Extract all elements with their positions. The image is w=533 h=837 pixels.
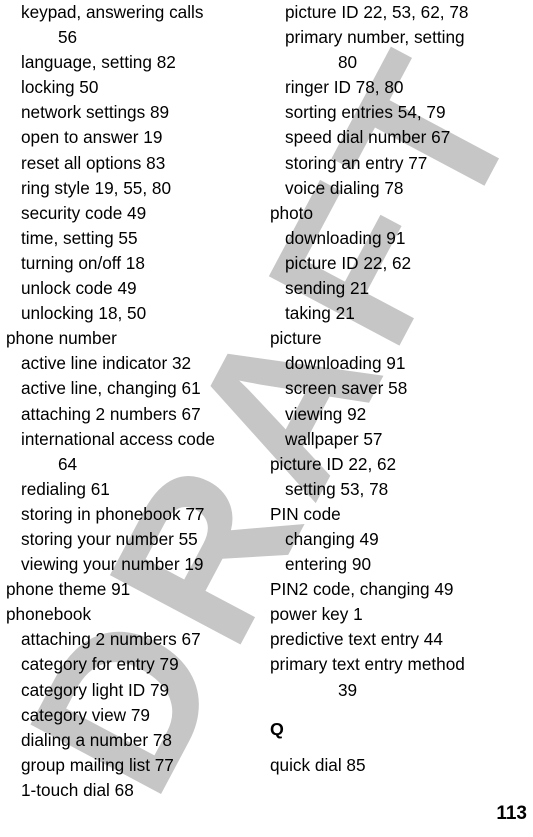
index-entry-sub: 1-touch dial 68 — [21, 779, 134, 800]
index-entry-sub: active line, changing 61 — [21, 378, 201, 399]
index-entry-sub: speed dial number 67 — [285, 127, 451, 148]
index-entry-sub: storing your number 55 — [21, 528, 198, 549]
index-entry-sub: viewing 92 — [285, 403, 367, 424]
index-entry-main: picture — [270, 328, 322, 349]
index-entry-sub: open to answer 19 — [21, 127, 163, 148]
index-entry-sub: sorting entries 54, 79 — [285, 102, 446, 123]
index-entry-sub: network settings 89 — [21, 102, 170, 123]
index-entry-sub: ringer ID 78, 80 — [285, 77, 404, 98]
index-entry-sub: language, setting 82 — [21, 52, 176, 73]
index-entry-sub: ring style 19, 55, 80 — [21, 177, 172, 198]
index-entry-sub: time, setting 55 — [21, 227, 138, 248]
index-entry-sub: reset all options 83 — [21, 152, 166, 173]
index-section-heading: Q — [270, 718, 284, 739]
index-entry-sub: unlock code 49 — [21, 278, 137, 299]
index-entry-sub: international access code — [21, 428, 215, 449]
index-entry-main: picture ID 22, 62 — [270, 453, 397, 474]
index-entry-sub: voice dialing 78 — [285, 177, 404, 198]
index-entry-sub: entering 90 — [285, 554, 372, 575]
index-entry-main: phone number — [6, 328, 117, 349]
index-entry-sub: setting 53, 78 — [285, 478, 389, 499]
index-entry-sub: category light ID 79 — [21, 679, 170, 700]
index-content: keypad, answering calls 56 language, setti… — [0, 0, 533, 837]
index-entry-sub: downloading 91 — [285, 227, 406, 248]
index-entry-sub: picture ID 22, 62 — [285, 252, 412, 273]
index-entry-main: phonebook — [6, 604, 92, 625]
index-entry-sub: redialing 61 — [21, 478, 110, 499]
index-page: DRAFT keypad, answering calls 56 language,… — [0, 0, 533, 837]
index-entry-main: PIN2 code, changing 49 — [270, 579, 454, 600]
index-entry-sub: active line indicator 32 — [21, 353, 192, 374]
index-entry-sub: group mailing list 77 — [21, 754, 174, 775]
index-entry-main: PIN code — [270, 503, 341, 524]
index-entry-continuation: 64 — [58, 453, 78, 474]
index-entry-sub: unlocking 18, 50 — [21, 303, 147, 324]
index-entry-sub: storing in phonebook 77 — [21, 503, 205, 524]
index-entry-sub: locking 50 — [21, 77, 99, 98]
index-entry-sub: picture ID 22, 53, 62, 78 — [285, 2, 469, 22]
index-entry-sub: attaching 2 numbers 67 — [21, 629, 201, 650]
index-entry-sub: wallpaper 57 — [285, 428, 383, 449]
index-entry-sub: category view 79 — [21, 704, 150, 725]
index-entry-continuation: 39 — [338, 679, 358, 700]
index-entry-main: photo — [270, 202, 314, 223]
index-column-left: keypad, answering calls 56 language, setti… — [4, 0, 262, 803]
index-entry-sub: sending 21 — [285, 278, 370, 299]
index-entry-sub: keypad, answering calls — [21, 2, 204, 22]
index-entry-continuation: 56 — [58, 27, 78, 48]
index-entry-main: power key 1 — [270, 604, 363, 625]
index-entry-sub: security code 49 — [21, 202, 147, 223]
index-entry-sub: taking 21 — [285, 303, 355, 324]
index-entry-sub: attaching 2 numbers 67 — [21, 403, 201, 424]
index-entry-main: predictive text entry 44 — [270, 629, 443, 650]
index-entry-sub: category for entry 79 — [21, 654, 179, 675]
index-entry-sub: downloading 91 — [285, 353, 406, 374]
index-entry-main: primary text entry method — [270, 654, 465, 675]
index-entry-main: phone theme 91 — [6, 579, 131, 600]
page-number: 113 — [496, 803, 527, 824]
index-entry-main: quick dial 85 — [270, 754, 366, 775]
index-entry-sub: primary number, setting — [285, 27, 465, 48]
index-entry-sub: dialing a number 78 — [21, 729, 172, 750]
index-entry-sub: storing an entry 77 — [285, 152, 428, 173]
index-entry-sub: changing 49 — [285, 528, 379, 549]
index-entry-sub: screen saver 58 — [285, 378, 408, 399]
index-entry-sub: viewing your number 19 — [21, 554, 204, 575]
index-column-right: picture ID 22, 53, 62, 78 primary number,… — [268, 0, 526, 778]
index-entry-sub: turning on/off 18 — [21, 252, 145, 273]
index-entry-continuation: 80 — [338, 52, 358, 73]
